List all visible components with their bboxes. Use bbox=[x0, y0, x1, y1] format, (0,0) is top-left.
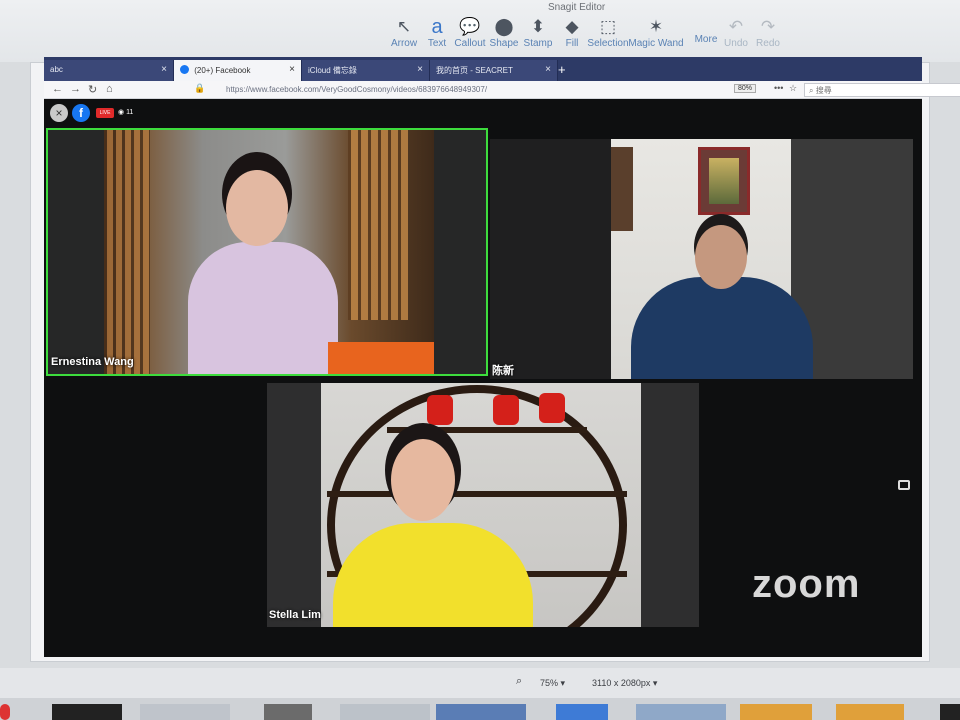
video-tile-chenxin-left: 陈新 bbox=[490, 139, 612, 379]
tray-thumbnail[interactable] bbox=[340, 704, 430, 720]
lattice-screen bbox=[104, 130, 150, 374]
tab-seacret[interactable]: 我的首页 - SEACRET × bbox=[430, 60, 558, 81]
reload-icon[interactable]: ↻ bbox=[88, 83, 97, 96]
search-placeholder: 搜尋 bbox=[815, 86, 832, 95]
participant-head bbox=[226, 170, 288, 246]
back-icon[interactable]: ← bbox=[52, 83, 63, 95]
tray-thumbnail[interactable] bbox=[940, 704, 960, 720]
tool-label: Magic Wand bbox=[628, 38, 684, 49]
tab-abc[interactable]: abc × bbox=[44, 60, 174, 81]
close-icon[interactable]: × bbox=[545, 64, 551, 75]
address-bar-row: ← → ↻ ⌂ 🔒 https://www.facebook.com/VeryG… bbox=[44, 81, 960, 99]
new-tab-button[interactable]: + bbox=[558, 62, 566, 77]
zoom-search-icon[interactable]: ⌕ bbox=[516, 675, 522, 688]
eye-icon: ◉ bbox=[118, 109, 125, 116]
participant-head bbox=[695, 225, 747, 289]
zoom-level[interactable]: 80% bbox=[734, 84, 757, 93]
tray-thumbnail[interactable] bbox=[740, 704, 812, 720]
participant-name: 陈新 bbox=[492, 365, 514, 377]
app-title: Snagit Editor bbox=[548, 2, 606, 13]
video-tile-ernestina: Ernestina Wang bbox=[46, 128, 488, 376]
tool-label: Redo bbox=[756, 38, 780, 49]
magic-wand-tool[interactable]: ✶ Magic Wand bbox=[624, 16, 688, 49]
view-count-text: 11 bbox=[126, 109, 134, 116]
participant-body bbox=[188, 242, 338, 374]
tray-thumbnail[interactable] bbox=[436, 704, 526, 720]
tool-label: Selection bbox=[587, 38, 629, 49]
close-icon[interactable]: × bbox=[50, 104, 68, 122]
lattice-screen bbox=[348, 130, 408, 320]
search-icon: ⌕ bbox=[809, 86, 814, 95]
lock-icon: 🔒 bbox=[194, 83, 206, 93]
dimensions-value: 3110 x 2080px bbox=[592, 678, 651, 688]
tray-thumbnail[interactable] bbox=[636, 704, 726, 720]
facebook-icon bbox=[180, 65, 189, 74]
live-badge: LIVE bbox=[96, 108, 114, 118]
zoom-logo: zoom bbox=[752, 562, 861, 606]
tab-facebook[interactable]: (20+) Facebook × bbox=[174, 60, 302, 81]
tab-label: iCloud 備忘錄 bbox=[308, 66, 357, 75]
url-field[interactable]: https://www.facebook.com/VeryGoodCosmony… bbox=[222, 83, 732, 97]
redo-icon: ↷ bbox=[760, 17, 776, 36]
red-tea-jar bbox=[539, 393, 565, 423]
zoom-percent[interactable]: 75% ▾ bbox=[540, 678, 565, 689]
tray-thumbnail[interactable] bbox=[140, 704, 230, 720]
orange-table bbox=[328, 342, 434, 374]
search-input[interactable]: ⌕ 搜尋 bbox=[804, 83, 960, 97]
shelf-board bbox=[327, 491, 627, 497]
participant-name: Ernestina Wang bbox=[51, 356, 134, 368]
red-tea-jar bbox=[493, 395, 519, 425]
expand-icon[interactable] bbox=[898, 480, 910, 490]
close-icon[interactable]: × bbox=[289, 64, 295, 75]
participant-body bbox=[631, 277, 813, 379]
magic-wand-icon: ✶ bbox=[648, 17, 664, 36]
video-tile-stella: Stella Lim bbox=[267, 383, 699, 627]
home-icon[interactable]: ⌂ bbox=[106, 83, 113, 95]
image-dimensions[interactable]: 3110 x 2080px ▾ bbox=[592, 678, 657, 689]
zoom-value: 75% bbox=[540, 678, 559, 688]
video-tile-chenxin bbox=[611, 139, 913, 379]
tray-thumbnail[interactable] bbox=[264, 704, 312, 720]
viewer-count: ◉ 11 bbox=[118, 108, 133, 124]
tray-thumbnail[interactable] bbox=[556, 704, 608, 720]
tab-label: abc bbox=[50, 65, 63, 74]
snagit-status-bar: ⌕ 75% ▾ 3110 x 2080px ▾ bbox=[0, 668, 960, 698]
tool-label: Fill bbox=[565, 38, 579, 49]
bookmark-icon[interactable]: ☆ bbox=[789, 83, 797, 94]
more-icon[interactable]: ••• bbox=[774, 83, 783, 93]
red-tea-jar bbox=[427, 395, 453, 425]
shelf-board bbox=[387, 427, 587, 433]
tab-label: 我的首页 - SEACRET bbox=[436, 66, 513, 75]
participant-head bbox=[391, 439, 455, 521]
facebook-icon: f bbox=[72, 104, 90, 122]
tray-thumbnail[interactable] bbox=[52, 704, 122, 720]
tray-thumbnail[interactable] bbox=[0, 704, 10, 720]
wall-scroll bbox=[611, 147, 633, 231]
participant-name: Stella Lim bbox=[269, 609, 321, 621]
tray-thumbnail[interactable] bbox=[836, 704, 904, 720]
tab-label: (20+) Facebook bbox=[194, 66, 251, 75]
redo-button[interactable]: ↷ Redo bbox=[742, 16, 794, 49]
close-icon[interactable]: × bbox=[417, 64, 423, 75]
tab-icloud[interactable]: iCloud 備忘錄 × bbox=[302, 60, 430, 81]
wall-painting bbox=[698, 147, 750, 215]
forward-icon[interactable]: → bbox=[70, 83, 81, 95]
close-icon[interactable]: × bbox=[161, 64, 167, 75]
